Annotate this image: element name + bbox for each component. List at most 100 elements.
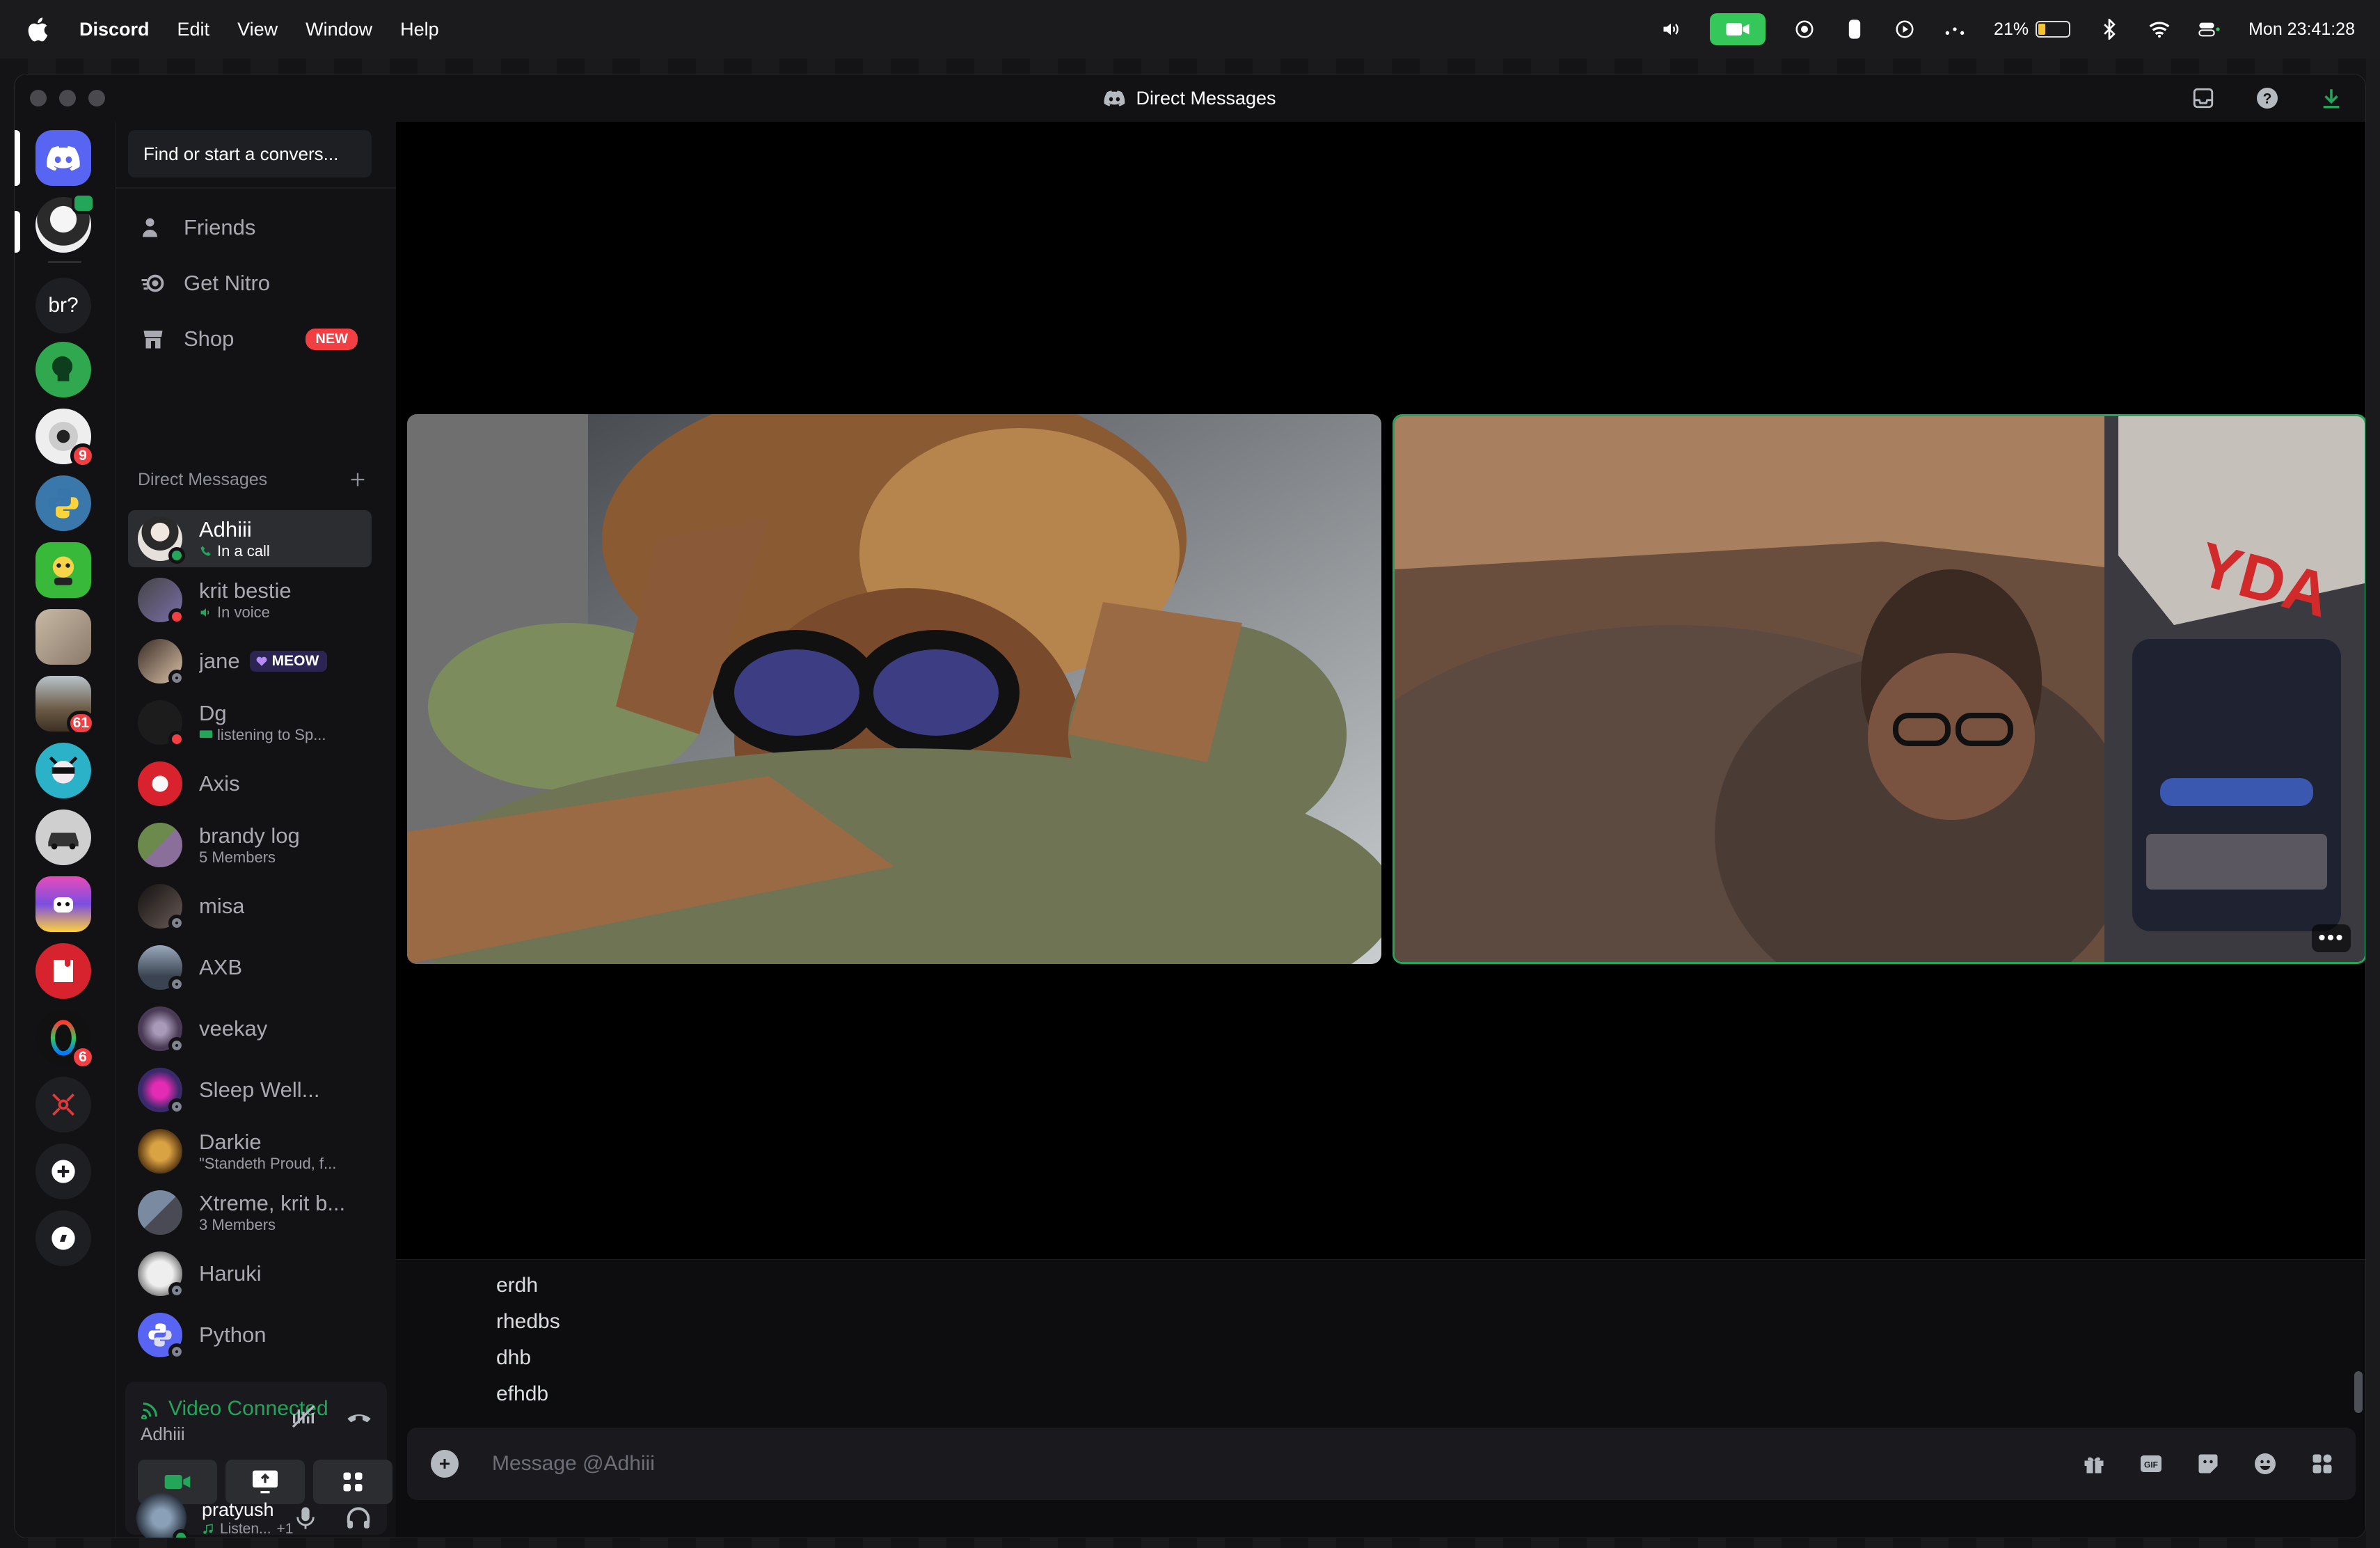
activity-icon[interactable] xyxy=(1944,18,1966,40)
dm-item-misa[interactable]: misa xyxy=(128,878,372,935)
add-server-button[interactable] xyxy=(35,1144,91,1199)
nitro-icon xyxy=(141,274,164,292)
noise-suppression-icon[interactable] xyxy=(289,1403,317,1430)
more-options-button[interactable]: ••• xyxy=(2312,924,2351,952)
dm-item-sleep-well[interactable]: Sleep Well... xyxy=(128,1061,372,1119)
video-feed-right: YDA xyxy=(1395,416,2365,962)
music-note-icon xyxy=(203,1523,213,1534)
server-anime[interactable] xyxy=(35,743,91,798)
minimize-window-button[interactable] xyxy=(59,90,76,106)
server-python[interactable] xyxy=(35,475,91,531)
screen-record-icon[interactable] xyxy=(1793,18,1816,40)
menu-app-name[interactable]: Discord xyxy=(79,19,150,40)
server-game[interactable] xyxy=(35,542,91,598)
dm-item-xtreme-group[interactable]: Xtreme, krit b... 3 Members xyxy=(128,1184,372,1241)
dm-item-adhiii[interactable]: Adhiii In a call xyxy=(128,510,372,567)
dm-item-axb[interactable]: AXB xyxy=(128,939,372,996)
help-icon[interactable]: ? xyxy=(2254,85,2280,111)
dm-item-axis[interactable]: Axis xyxy=(128,755,372,812)
menu-window[interactable]: Window xyxy=(306,19,372,40)
video-tile-self[interactable]: YDA ••• xyxy=(1393,414,2365,964)
menu-edit[interactable]: Edit xyxy=(177,19,210,40)
dm-subtext: 3 Members xyxy=(199,1216,276,1233)
wifi-icon[interactable] xyxy=(2148,18,2171,40)
plus-icon xyxy=(440,1459,450,1469)
microphone-icon[interactable] xyxy=(294,1505,317,1531)
dm-item-haruki[interactable]: Haruki xyxy=(128,1245,372,1302)
dm-item-python[interactable]: Python xyxy=(128,1306,372,1364)
discord-home-icon xyxy=(47,145,80,171)
server-rainbow-ring[interactable]: 6 xyxy=(35,1010,95,1070)
dm-item-brandy-log[interactable]: brandy log 5 Members xyxy=(128,816,372,874)
gif-button[interactable]: GIF xyxy=(2137,1450,2165,1478)
dm-item-jane[interactable]: jane MEOW xyxy=(128,633,372,690)
nav-friends[interactable]: Friends xyxy=(128,203,372,253)
close-window-button[interactable] xyxy=(30,90,47,106)
user-avatar[interactable] xyxy=(136,1493,189,1538)
home-button[interactable] xyxy=(35,130,91,186)
disconnect-icon[interactable] xyxy=(345,1403,373,1430)
bluetooth-icon[interactable] xyxy=(2098,18,2120,40)
server-cat-photo[interactable] xyxy=(35,609,91,665)
gift-button[interactable] xyxy=(2080,1450,2108,1478)
mouse-icon[interactable] xyxy=(1843,18,1866,40)
server-white-flower[interactable]: 9 xyxy=(35,409,95,468)
dm-header-label: Direct Messages xyxy=(138,470,268,489)
plus-circle-icon xyxy=(51,1160,75,1183)
status-dnd-icon xyxy=(168,608,185,625)
attach-plus-button[interactable] xyxy=(431,1450,459,1478)
server-colorful[interactable] xyxy=(35,876,91,932)
server-landscape[interactable]: 61 xyxy=(35,676,95,736)
avatar xyxy=(138,1068,185,1115)
inbox-icon[interactable] xyxy=(2190,85,2216,111)
apple-icon[interactable] xyxy=(25,15,49,43)
macos-menubar: Discord Edit View Window Help 21% Mon 23… xyxy=(0,0,2380,58)
server-network[interactable] xyxy=(35,1077,91,1132)
find-conversation-button[interactable]: Find or start a convers... xyxy=(128,130,372,177)
dm-item-darkie[interactable]: Darkie "Standeth Proud, f... xyxy=(128,1123,372,1180)
signal-icon xyxy=(141,1402,158,1419)
chat-scrollbar[interactable] xyxy=(2354,1371,2363,1413)
network-icon xyxy=(52,1093,74,1116)
zoom-window-button[interactable] xyxy=(88,90,105,106)
avatar xyxy=(138,761,182,806)
avatar xyxy=(138,639,185,686)
menu-help[interactable]: Help xyxy=(400,19,439,40)
download-icon[interactable] xyxy=(2318,85,2345,111)
emoji-button[interactable] xyxy=(2251,1450,2279,1478)
apps-icon xyxy=(2312,1454,2332,1474)
headphones-icon[interactable] xyxy=(345,1505,372,1530)
battery-percent: 21% xyxy=(1994,19,2029,39)
server-car[interactable] xyxy=(35,809,91,865)
video-tile-adhiii[interactable] xyxy=(407,414,1381,964)
group-avatar xyxy=(138,1190,182,1235)
nav-get-nitro[interactable]: Get Nitro xyxy=(128,258,372,308)
svg-text:GIF: GIF xyxy=(2144,1460,2158,1469)
battery-indicator[interactable]: 21% xyxy=(1994,19,2071,40)
server-green[interactable] xyxy=(35,342,91,397)
play-icon[interactable] xyxy=(1894,18,1916,40)
control-center-icon[interactable] xyxy=(2198,18,2221,40)
nav-shop[interactable]: Shop NEW xyxy=(128,314,372,364)
voice-channel-name[interactable]: Adhiii xyxy=(141,1423,185,1445)
message-input[interactable]: Message @Adhiii xyxy=(492,1452,655,1476)
dm-name: AXB xyxy=(199,955,243,979)
camera-indicator-icon[interactable] xyxy=(1710,13,1766,45)
status-offline-icon xyxy=(168,670,185,686)
dm-item-dg[interactable]: Dg listening to Sp... xyxy=(128,694,372,751)
avatar xyxy=(138,1129,182,1174)
dm-item-krit-bestie[interactable]: krit bestie In voice xyxy=(128,571,372,629)
menu-view[interactable]: View xyxy=(237,19,278,40)
dm-call-avatar[interactable] xyxy=(35,193,95,253)
create-dm-plus-icon[interactable] xyxy=(348,470,367,489)
clock[interactable]: Mon 23:41:28 xyxy=(2248,19,2355,40)
server-br[interactable]: br? xyxy=(35,278,91,333)
dm-item-veekay[interactable]: veekay xyxy=(128,1000,372,1057)
volume-icon[interactable] xyxy=(1660,18,1682,40)
discover-button[interactable] xyxy=(35,1210,91,1266)
avatar xyxy=(138,1251,185,1299)
server-red[interactable] xyxy=(35,943,91,999)
sticker-button[interactable] xyxy=(2194,1450,2222,1478)
guild-tag: MEOW xyxy=(249,651,328,672)
apps-button[interactable] xyxy=(2308,1450,2336,1478)
